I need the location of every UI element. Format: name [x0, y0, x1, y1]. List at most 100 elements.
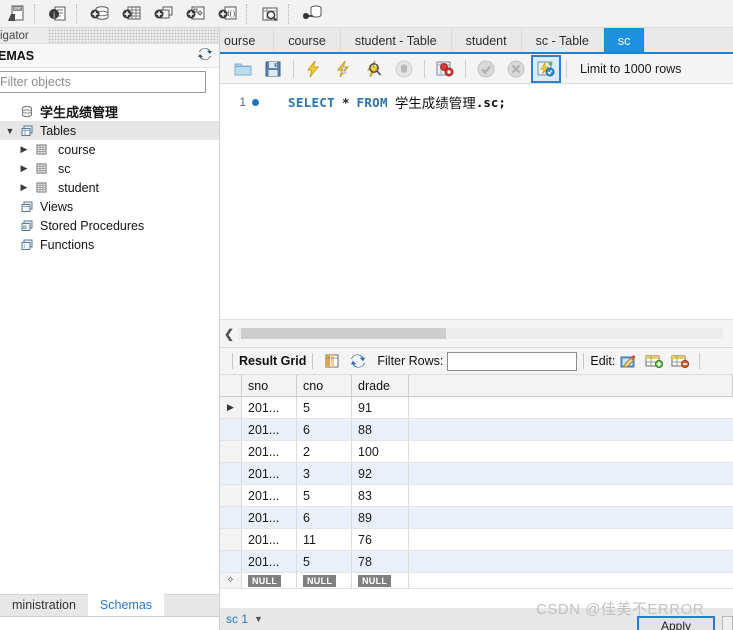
tree-arrow-sc[interactable]: ▶ — [16, 163, 32, 174]
tab-administration[interactable]: ministration — [0, 594, 88, 616]
scroll-left-icon[interactable]: ❮ — [220, 327, 238, 341]
explain-statement-icon[interactable] — [359, 55, 389, 83]
tab-sc[interactable]: sc — [603, 28, 646, 54]
cell-drade[interactable]: 83 — [352, 485, 409, 507]
tree-item-views[interactable]: Views — [0, 197, 220, 216]
refresh-icon[interactable] — [198, 47, 212, 64]
cell-sno-null[interactable]: NULL — [242, 573, 297, 589]
tab-course[interactable]: course — [274, 28, 341, 54]
cell-cno[interactable]: 5 — [297, 485, 352, 507]
cell-cno[interactable]: 6 — [297, 419, 352, 441]
create-schema-icon[interactable] — [84, 1, 116, 27]
cell-sno[interactable]: 201... — [242, 463, 297, 485]
cell-drade[interactable]: 100 — [352, 441, 409, 463]
cell-drade[interactable]: 76 — [352, 529, 409, 551]
schemas-section-header[interactable]: EMAS — [0, 44, 220, 68]
filter-rows-input[interactable] — [447, 351, 578, 371]
new-row-placeholder[interactable]: ✧ NULL NULL NULL — [220, 573, 733, 589]
table-row[interactable]: ▶ 201... 5 91 — [220, 397, 733, 419]
tab-ourse[interactable]: ourse — [220, 28, 275, 54]
cell-sno[interactable]: 201... — [242, 529, 297, 551]
cell-cno[interactable]: 6 — [297, 507, 352, 529]
cell-sno[interactable]: 201... — [242, 485, 297, 507]
delete-row-icon[interactable] — [667, 349, 693, 373]
tree-arrow-tables[interactable]: ▼ — [2, 126, 18, 136]
save-sql-script-icon[interactable] — [258, 55, 288, 83]
cell-cno[interactable]: 11 — [297, 529, 352, 551]
commit-icon[interactable] — [471, 55, 501, 83]
create-function-icon[interactable]: f() — [212, 1, 244, 27]
cell-sno[interactable]: 201... — [242, 397, 297, 419]
cell-drade[interactable]: 78 — [352, 551, 409, 573]
create-view-icon[interactable] — [148, 1, 180, 27]
editor-horizontal-scrollbar[interactable]: ❮ — [220, 319, 733, 347]
new-row-marker[interactable]: ✧ — [220, 573, 242, 589]
tree-item-table-sc[interactable]: ▶ sc — [0, 159, 220, 178]
tab-schemas[interactable]: Schemas — [87, 594, 165, 616]
breakpoint-dot-icon[interactable] — [246, 98, 264, 106]
stop-execution-icon[interactable] — [389, 55, 419, 83]
table-row[interactable]: 201... 2 100 — [220, 441, 733, 463]
cell-drade-null[interactable]: NULL — [352, 573, 409, 589]
tree-item-tables[interactable]: ▼ Tables — [0, 121, 220, 140]
row-marker[interactable] — [220, 529, 242, 551]
tab-student-table[interactable]: student - Table — [340, 28, 452, 54]
result-set-tab[interactable]: sc 1 — [220, 612, 248, 626]
row-marker[interactable] — [220, 551, 242, 573]
chevron-down-icon[interactable]: ▼ — [254, 614, 263, 624]
edit-row-icon[interactable] — [615, 349, 641, 373]
cell-drade[interactable]: 91 — [352, 397, 409, 419]
tree-item-table-course[interactable]: ▶ course — [0, 140, 220, 159]
revert-button[interactable] — [722, 616, 733, 630]
table-row[interactable]: 201... 6 89 — [220, 507, 733, 529]
cell-cno[interactable]: 2 — [297, 441, 352, 463]
new-sql-tab-icon[interactable]: SQL — [0, 1, 32, 27]
refresh-grid-icon[interactable] — [345, 349, 371, 373]
row-marker[interactable] — [220, 463, 242, 485]
scrollbar-thumb[interactable] — [241, 328, 446, 339]
row-marker[interactable] — [220, 485, 242, 507]
table-row[interactable]: 201... 5 78 — [220, 551, 733, 573]
table-row[interactable]: 201... 3 92 — [220, 463, 733, 485]
limit-rows-label[interactable]: Limit to 1000 rows — [580, 62, 681, 76]
tab-sc-table[interactable]: sc - Table — [521, 28, 604, 54]
table-row[interactable]: 201... 6 88 — [220, 419, 733, 441]
tab-student[interactable]: student — [451, 28, 522, 54]
form-editor-icon[interactable] — [319, 349, 345, 373]
create-procedure-icon[interactable] — [180, 1, 212, 27]
tree-item-table-student[interactable]: ▶ student — [0, 178, 220, 197]
column-header-sno[interactable]: sno — [242, 375, 297, 397]
tree-arrow-student[interactable]: ▶ — [16, 182, 32, 193]
cell-drade[interactable]: 92 — [352, 463, 409, 485]
toggle-stop-on-error-icon[interactable] — [430, 55, 460, 83]
tree-item-functions[interactable]: f Functions — [0, 235, 220, 254]
cell-drade[interactable]: 88 — [352, 419, 409, 441]
rollback-icon[interactable] — [501, 55, 531, 83]
row-marker[interactable] — [220, 419, 242, 441]
open-sql-script-icon[interactable] — [228, 55, 258, 83]
reconnect-server-icon[interactable] — [296, 1, 328, 27]
server-info-icon[interactable]: i — [42, 1, 74, 27]
cell-cno[interactable]: 5 — [297, 397, 352, 419]
tree-arrow-course[interactable]: ▶ — [16, 144, 32, 155]
cell-sno[interactable]: 201... — [242, 551, 297, 573]
table-row[interactable]: 201... 5 83 — [220, 485, 733, 507]
scrollbar-track[interactable] — [238, 328, 723, 339]
execute-current-statement-icon[interactable] — [329, 55, 359, 83]
insert-row-icon[interactable] — [641, 349, 667, 373]
execute-statement-icon[interactable] — [299, 55, 329, 83]
apply-button[interactable]: Apply — [637, 616, 715, 630]
sql-code-line-1[interactable]: 1 SELECT * FROM 学生成绩管理 .sc; — [220, 92, 733, 112]
cell-cno[interactable]: 3 — [297, 463, 352, 485]
cell-sno[interactable]: 201... — [242, 441, 297, 463]
cell-sno[interactable]: 201... — [242, 419, 297, 441]
sql-editor[interactable]: 1 SELECT * FROM 学生成绩管理 .sc; — [220, 84, 733, 319]
row-marker[interactable] — [220, 441, 242, 463]
row-marker[interactable]: ▶ — [220, 397, 242, 419]
cell-cno[interactable]: 5 — [297, 551, 352, 573]
tree-item-schema[interactable]: 学生成绩管理 — [0, 102, 220, 121]
filter-objects-input[interactable]: Filter objects — [0, 71, 206, 93]
search-data-icon[interactable] — [254, 1, 286, 27]
table-row[interactable]: 201... 11 76 — [220, 529, 733, 551]
create-table-icon[interactable] — [116, 1, 148, 27]
